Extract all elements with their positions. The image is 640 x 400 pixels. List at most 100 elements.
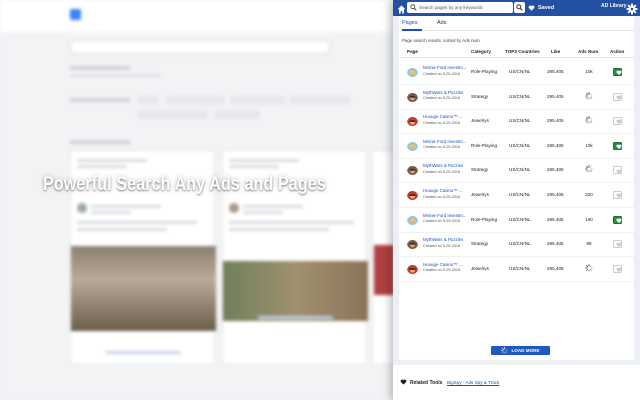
bg-chip <box>290 96 350 105</box>
page-like-count: 295,405 <box>547 216 564 222</box>
page-like-count: 295,405 <box>547 69 564 74</box>
table-row[interactable]: Minnie Ford Investm... Created on 5-25-20… <box>399 208 634 233</box>
saved-button[interactable]: Saved <box>528 3 554 13</box>
page-top-countries: US/CN/NL <box>509 216 531 222</box>
page-created-date: Created on 5-25-2016 <box>423 120 461 125</box>
tab-pages[interactable]: Pages <box>402 20 418 26</box>
page-created-date: Created on 5-25-2016 <box>423 145 461 150</box>
home-icon[interactable] <box>396 2 407 14</box>
page-name-link[interactable]: MythWars & Puzzles <box>423 237 463 242</box>
table-row[interactable]: Minnie Ford Investm... Created on 5-25-20… <box>399 60 634 85</box>
load-more-label: LOAD MORE <box>511 348 540 353</box>
search-placeholder[interactable]: Search pages by any keywords <box>419 5 483 10</box>
page-category: Jewelrys <box>471 118 489 124</box>
column-header-countries: TOP3 Countries <box>505 49 540 54</box>
loading-spinner-icon <box>585 263 593 272</box>
table-row[interactable]: Huuuge Casino™ ... Created on 5-25-2016 Je… <box>399 109 634 135</box>
page-avatar[interactable] <box>407 66 418 77</box>
page-ads-num: 10k <box>585 142 593 148</box>
page-avatar[interactable] <box>407 140 418 151</box>
bg-heading-1 <box>70 66 130 70</box>
page-top-countries: US/CN/NL <box>509 142 531 148</box>
table-row[interactable]: MythWars & Puzzles Created on 5-25-2016 St… <box>399 158 634 184</box>
table-row[interactable]: Huuuge Casino™ ... Created on 5-25-2016 Je… <box>399 257 634 282</box>
bg-chip <box>165 96 225 105</box>
page-ads-num: 190 <box>585 216 593 222</box>
save-page-button[interactable] <box>613 166 622 175</box>
page-created-date: Created on 5-25-2016 <box>423 169 461 174</box>
page-top-countries: US/CN/NL <box>509 167 531 173</box>
page-ads-num <box>579 165 599 174</box>
column-header-like: Like <box>551 49 561 54</box>
search-button[interactable] <box>514 2 525 13</box>
page-ads-num <box>579 263 599 272</box>
page-ads-num: 10k <box>585 69 593 74</box>
save-page-button[interactable] <box>613 215 622 224</box>
save-page-button[interactable] <box>613 141 622 150</box>
page-like-count: 295,405 <box>547 118 564 124</box>
page-search-box[interactable]: Search pages by any keywords <box>407 2 513 13</box>
save-page-button[interactable] <box>613 117 622 126</box>
page-ads-num: 98 <box>586 241 592 247</box>
save-page-button[interactable] <box>613 240 622 249</box>
page-name-link[interactable]: Minnie Ford Investm... <box>423 65 466 70</box>
page-avatar[interactable] <box>407 263 418 274</box>
related-tools-label: Related Tools <box>410 380 443 386</box>
page-category: Jewelrys <box>471 265 489 271</box>
load-more-button[interactable]: LOAD MORE <box>491 346 550 355</box>
page-avatar[interactable] <box>407 189 418 200</box>
save-page-button[interactable] <box>613 264 622 273</box>
panel-header: Search pages by any keywords Saved AD Li… <box>393 0 640 16</box>
page-like-count: 295,405 <box>547 192 564 197</box>
page-top-countries: US/CN/NL <box>509 93 531 99</box>
page-like-count: 295,405 <box>547 241 564 247</box>
page-name-link[interactable]: MythWars & Puzzles <box>423 90 463 95</box>
page-created-date: Created on 5-25-2016 <box>423 219 461 224</box>
save-page-button[interactable] <box>613 92 622 101</box>
heart-icon <box>400 379 407 385</box>
page-avatar[interactable] <box>407 115 418 127</box>
table-row[interactable]: MythWars & Puzzles Created on 5-25-2016 St… <box>399 85 634 110</box>
page-category: Strategy <box>471 241 489 247</box>
results-description: Page search results, sorted by Ads num <box>402 38 480 43</box>
page-top-countries: US/CN/NL <box>509 118 531 124</box>
page-like-count: 295,405 <box>547 93 564 99</box>
page-top-countries: US/CN/NL <box>509 241 531 247</box>
page-category: Role-Playing <box>471 142 498 148</box>
page-avatar[interactable] <box>407 164 418 176</box>
page-name-link[interactable]: Huuuge Casino™ ... <box>423 262 463 267</box>
page-like-count: 295,405 <box>547 142 564 148</box>
related-tools-bar: Related Tools BigSpy - Ads Spy & Track <box>393 365 640 400</box>
loading-spinner-icon <box>585 91 593 100</box>
loading-spinner-icon <box>585 165 593 174</box>
page-name-link[interactable]: Huuuge Casino™ ... <box>423 114 463 119</box>
table-row[interactable]: Huuuge Casino™ ... Created on 5-25-2016 Je… <box>399 183 634 208</box>
page-name-link[interactable]: MythWars & Puzzles <box>423 163 463 168</box>
table-row[interactable]: Minnie Ford Investm... Created on 5-25-20… <box>399 134 634 159</box>
table-row[interactable]: MythWars & Puzzles Created on 5-25-2016 St… <box>399 232 634 258</box>
page-avatar[interactable] <box>407 238 418 250</box>
spinner-icon <box>501 347 509 354</box>
page-category: Role-Playing <box>471 216 498 222</box>
bg-chip <box>215 110 260 119</box>
page-ads-num <box>579 91 599 100</box>
page-name-link[interactable]: Minnie Ford Investm... <box>423 139 466 144</box>
active-tab-indicator <box>402 29 422 31</box>
page-avatar[interactable] <box>407 91 418 102</box>
search-icon <box>410 4 417 11</box>
save-page-button[interactable] <box>613 68 622 76</box>
page-top-countries: US/CN/NL <box>509 192 531 197</box>
saved-label: Saved <box>538 5 555 11</box>
column-header-category: Category <box>471 49 491 54</box>
save-page-button[interactable] <box>613 191 622 199</box>
page-name-link[interactable]: Minnie Ford Investm... <box>423 213 466 218</box>
tab-ads[interactable]: Ads <box>437 20 446 26</box>
page-name-link[interactable]: Huuuge Casino™ ... <box>423 188 463 193</box>
column-header-action: Action <box>610 49 625 54</box>
ad-library-panel: Search pages by any keywords Saved AD Li… <box>393 0 640 400</box>
page-avatar[interactable] <box>407 214 418 225</box>
page-category: Strategy <box>471 167 489 173</box>
bg-subtext-1 <box>70 74 160 77</box>
related-tool-link[interactable]: BigSpy - Ads Spy & Track <box>447 380 499 385</box>
page-ads-num <box>579 116 599 124</box>
